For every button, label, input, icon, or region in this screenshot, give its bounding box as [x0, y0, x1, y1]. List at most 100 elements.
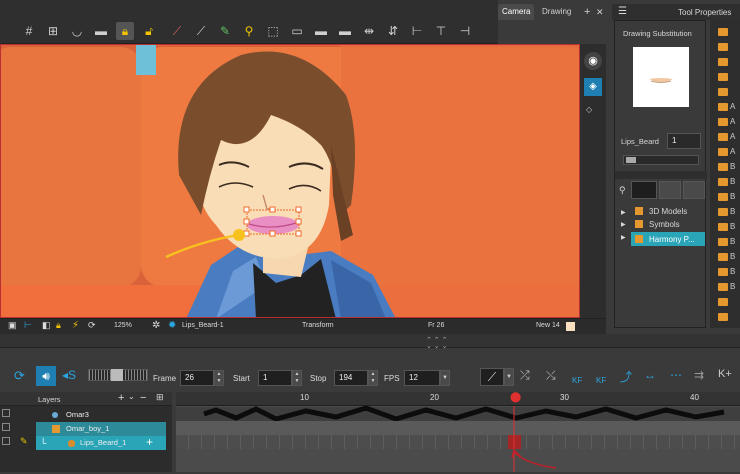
tab-camera[interactable]: Camera [498, 4, 535, 20]
expand-harmony-icon[interactable]: ▶ [621, 234, 626, 241]
gear-icon[interactable]: ✲ [152, 320, 160, 331]
extend-icon[interactable]: ⇉ [694, 368, 704, 382]
palette-button[interactable] [659, 181, 681, 199]
layer-3-visibility[interactable] [2, 437, 10, 445]
grid-icon[interactable]: # [20, 22, 38, 40]
remove-keyframe[interactable]: KF [596, 376, 606, 385]
library-folder-icon[interactable] [718, 58, 728, 66]
layer-row-lips-beard[interactable]: └ Lips_Beard_1 + [36, 435, 166, 450]
motion-2-icon[interactable]: ⤯ [546, 368, 556, 383]
search-input[interactable] [631, 181, 657, 199]
pencil-icon[interactable]: ⟋ [192, 22, 210, 40]
library-folder-icon[interactable] [718, 208, 728, 216]
library-folder-icon[interactable] [718, 148, 728, 156]
library-folder-icon[interactable] [718, 103, 728, 111]
menu-icon[interactable]: ☰ [618, 6, 627, 17]
library-folder-icon[interactable] [718, 73, 728, 81]
layer-pencil-icon[interactable]: ✎ [20, 436, 28, 447]
library-folder-icon[interactable] [718, 163, 728, 171]
flip-h-icon[interactable]: ⇹ [360, 22, 378, 40]
camera-mask-icon[interactable]: ◧ [42, 320, 51, 331]
camera-viewport[interactable] [0, 44, 580, 318]
library-item-letter[interactable]: B [730, 267, 735, 276]
bar-icon[interactable]: ▬ [312, 22, 330, 40]
drawing-thumbnail[interactable] [633, 47, 689, 107]
tab-drawing[interactable]: Drawing [538, 4, 575, 20]
layer-menu-icon[interactable]: ⌄ [128, 392, 135, 401]
fps-field[interactable]: 12 [404, 370, 440, 386]
sound-icon[interactable]: 🔊︎ [36, 366, 56, 386]
library-item-letter[interactable]: B [730, 177, 735, 186]
lock-status-icon[interactable]: 🔒︎ [56, 320, 61, 331]
library-item-letter[interactable]: B [730, 192, 735, 201]
palette-button-2[interactable] [683, 181, 705, 199]
library-folder-icon[interactable] [718, 298, 728, 306]
library-folder-icon[interactable] [718, 118, 728, 126]
tree-item-symbols[interactable]: Symbols [649, 220, 680, 229]
color-swatch[interactable] [566, 322, 575, 331]
stop-motion-icon[interactable]: ⋯ [670, 368, 682, 382]
stop-field[interactable]: 194 [334, 370, 368, 386]
onion-icon[interactable]: ⊢ [24, 320, 32, 331]
expand-3d-icon[interactable]: ▶ [621, 209, 626, 216]
frame-field[interactable]: 26 [180, 370, 214, 386]
drawing-number-field[interactable]: 1 [667, 133, 701, 149]
bar2-icon[interactable]: ▬ [336, 22, 354, 40]
layers-icon[interactable]: ◈ [584, 78, 602, 96]
light-table-icon[interactable]: ▬ [92, 22, 110, 40]
library-item-letter[interactable]: B [730, 237, 735, 246]
close-view-icon[interactable]: ✕ [592, 4, 608, 20]
library-item-letter[interactable]: B [730, 282, 735, 291]
library-item-letter[interactable]: B [730, 222, 735, 231]
lock-icon[interactable]: 🔒︎ [116, 22, 134, 40]
add-layer-icon[interactable]: + [118, 392, 124, 404]
loop-icon[interactable]: ⟳ [14, 368, 25, 384]
library-folder-icon[interactable] [718, 43, 728, 51]
fps-dropdown[interactable]: ▼ [440, 370, 450, 386]
start-field[interactable]: 1 [258, 370, 292, 386]
stop-spinner[interactable]: ▲ ▼ [368, 370, 378, 386]
eye-icon[interactable]: ◉ [584, 52, 602, 70]
library-folder-icon[interactable] [718, 253, 728, 261]
search-icon[interactable]: ⚲ [619, 185, 626, 196]
zoom-level[interactable]: 125% [114, 322, 132, 329]
add-keyframe[interactable]: KF [572, 376, 582, 385]
library-item-letter[interactable]: A [730, 117, 735, 126]
align-left-icon[interactable]: ⊢ [408, 22, 426, 40]
pencil-red-icon[interactable]: ⟋ [168, 22, 186, 40]
onion-skin-icon[interactable]: ◡ [68, 22, 86, 40]
sound-scrub-icon[interactable]: ◂S [62, 368, 76, 382]
library-folder-icon[interactable] [718, 283, 728, 291]
remove-layer-icon[interactable]: − [140, 392, 146, 404]
ease-icon[interactable]: ⟋ [480, 368, 504, 386]
layer-row-omar3[interactable]: Omar3 [36, 408, 166, 422]
flatten-icon[interactable]: ▭ [288, 22, 306, 40]
layer-2-visibility[interactable] [2, 423, 10, 431]
tree-item-3d-models[interactable]: 3D Models [649, 207, 687, 216]
layer-row-omar-boy[interactable]: Omar_boy_1 [36, 422, 166, 436]
library-item-letter[interactable]: A [730, 132, 735, 141]
library-item-letter[interactable]: B [730, 162, 735, 171]
ease-dropdown[interactable]: ▼ [504, 368, 514, 386]
library-item-letter[interactable]: A [730, 147, 735, 156]
library-folder-icon[interactable] [718, 313, 728, 321]
flip-v-icon[interactable]: ⇵ [384, 22, 402, 40]
constant-icon[interactable]: ↔ [644, 368, 656, 382]
library-folder-icon[interactable] [718, 193, 728, 201]
insert-keyframe-icon[interactable]: K+ [718, 368, 732, 380]
add-drawing-icon[interactable]: + [146, 435, 153, 449]
frames-ruler[interactable]: 10 20 30 40 ⬤ [176, 392, 740, 406]
pin-icon[interactable]: ⚲ [240, 22, 258, 40]
expand-arrows-icon[interactable]: ⌄ ⌄ ⌄ [426, 342, 448, 350]
align-right-icon[interactable]: ⊣ [456, 22, 474, 40]
frame-icon[interactable]: ▣ [8, 320, 17, 331]
frame-spinner[interactable]: ▲ ▼ [214, 370, 224, 386]
lock-settings-icon[interactable]: 🔓︎ [140, 22, 158, 40]
library-folder-icon[interactable] [718, 238, 728, 246]
reset-view-icon[interactable]: ⟳ [88, 320, 96, 331]
library-folder-icon[interactable] [718, 133, 728, 141]
start-spinner[interactable]: ▲ ▼ [292, 370, 302, 386]
library-item-letter[interactable]: A [730, 102, 735, 111]
align-top-icon[interactable]: ⊤ [432, 22, 450, 40]
library-folder-icon[interactable] [718, 178, 728, 186]
